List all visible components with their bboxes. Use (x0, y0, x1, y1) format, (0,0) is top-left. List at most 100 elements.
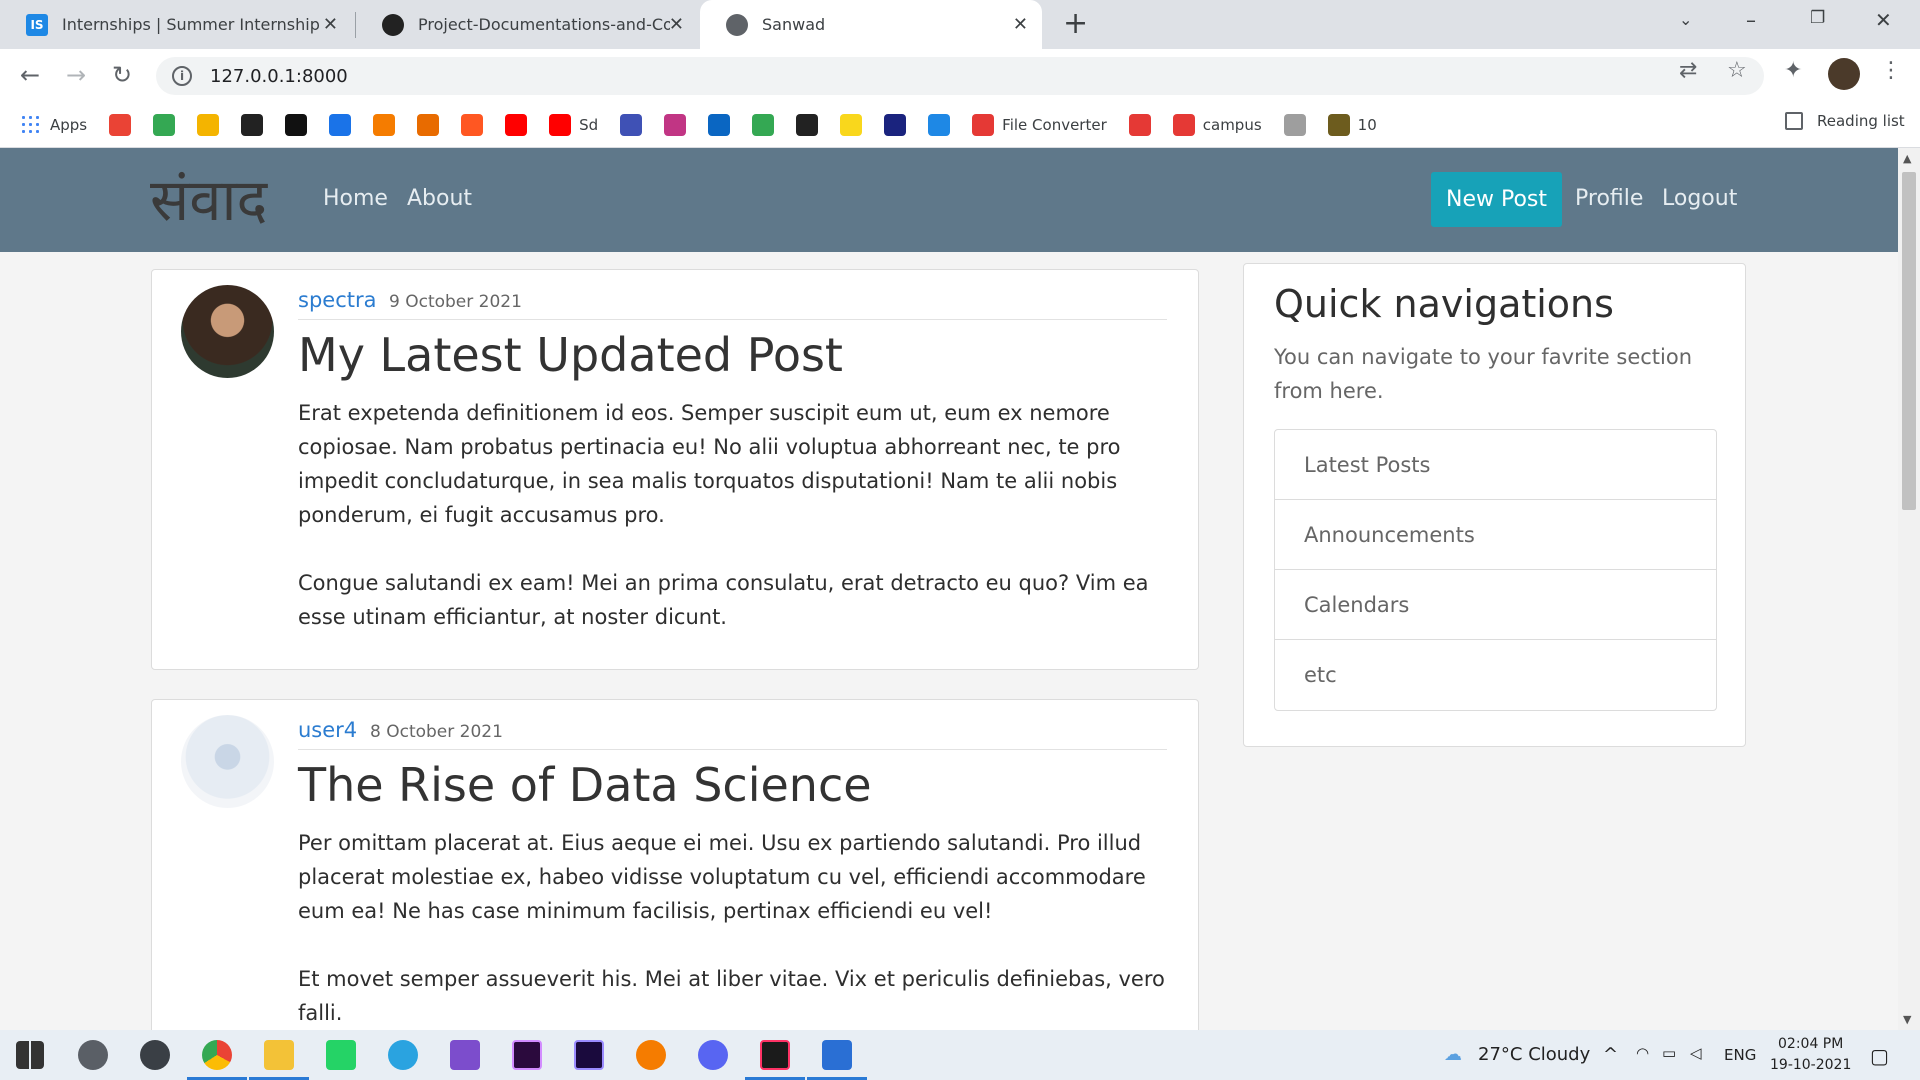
blender-icon[interactable] (636, 1040, 666, 1070)
bookmark-item[interactable] (461, 113, 484, 136)
site-info-icon[interactable]: i (172, 66, 192, 86)
author-avatar[interactable] (181, 715, 274, 808)
cloud-icon[interactable]: ☁ (1444, 1044, 1462, 1065)
post-title[interactable]: My Latest Updated Post (298, 328, 843, 382)
sidebar-item-announcements[interactable]: Announcements (1275, 500, 1716, 570)
post-paragraph: Erat expetenda definitionem id eos. Semp… (298, 401, 1121, 527)
bookmark-item[interactable] (796, 113, 819, 136)
close-icon[interactable]: ✕ (323, 14, 338, 35)
nav-logout[interactable]: Logout (1662, 186, 1737, 211)
bookmark-item[interactable]: campus (1172, 113, 1262, 136)
close-icon[interactable]: ✕ (1013, 14, 1028, 35)
scrollbar-thumb[interactable] (1902, 172, 1916, 510)
menu-kebab-icon[interactable]: ⋮ (1880, 58, 1902, 83)
bookmark-item[interactable] (1128, 113, 1151, 136)
bookmark-item[interactable]: 10 (1327, 113, 1377, 136)
forward-arrow-icon[interactable]: → (66, 61, 86, 89)
bookmark-item[interactable] (664, 113, 687, 136)
visual-studio-icon[interactable] (450, 1040, 480, 1070)
tab-github[interactable]: Project-Documentations-and-Codes ✕ (356, 0, 698, 49)
browser-toolbar: ← → ↻ i 127.0.0.1:8000 ⇄ ☆ ✦ ⋮ (0, 49, 1920, 102)
nav-about[interactable]: About (407, 186, 472, 211)
extensions-puzzle-icon[interactable]: ✦ (1784, 58, 1802, 83)
weather-text[interactable]: 27°C Cloudy (1478, 1044, 1590, 1065)
bookmark-item[interactable] (505, 113, 528, 136)
tab-sanwad[interactable]: Sanwad ✕ (700, 0, 1042, 49)
discord-icon[interactable] (698, 1040, 728, 1070)
profile-avatar-icon[interactable] (1828, 58, 1860, 90)
bookmark-item[interactable] (884, 113, 907, 136)
powershell-icon[interactable] (822, 1040, 852, 1070)
bookmark-item[interactable] (928, 113, 951, 136)
battery-icon[interactable]: ▭ (1662, 1044, 1676, 1062)
bookmark-item[interactable] (109, 113, 132, 136)
author-avatar[interactable] (181, 285, 274, 378)
bookmark-item[interactable] (153, 113, 176, 136)
stack-icon[interactable] (140, 1040, 170, 1070)
tab-internships[interactable]: IS Internships | Summer Internship 2022 … (0, 0, 352, 49)
bookmark-item[interactable] (840, 113, 863, 136)
telegram-icon[interactable] (388, 1040, 418, 1070)
window-close-icon[interactable]: ✕ (1875, 8, 1892, 32)
heart-icon (972, 113, 995, 136)
post-content: Erat expetenda definitionem id eos. Semp… (298, 396, 1167, 668)
bookmark-item[interactable] (329, 113, 352, 136)
translate-icon[interactable]: ⇄ (1679, 58, 1697, 83)
unity-icon[interactable] (78, 1040, 108, 1070)
sidebar-item-calendars[interactable]: Calendars (1275, 570, 1716, 640)
nav-home[interactable]: Home (323, 186, 388, 211)
bookmark-item[interactable] (285, 113, 308, 136)
after-effects-icon[interactable] (574, 1040, 604, 1070)
site-brand[interactable]: संवाद (150, 158, 267, 237)
post-title[interactable]: The Rise of Data Science (298, 758, 872, 812)
language-indicator[interactable]: ENG (1724, 1046, 1756, 1064)
tray-chevron-icon[interactable]: ^ (1603, 1044, 1618, 1065)
post-author-link[interactable]: user4 (298, 718, 357, 742)
tab-search-chevron-icon[interactable]: ⌄ (1679, 10, 1692, 29)
nav-profile[interactable]: Profile (1575, 186, 1643, 211)
sidebar-item-etc[interactable]: etc (1275, 640, 1716, 710)
bookmark-item[interactable] (620, 113, 643, 136)
bookmark-item[interactable] (1283, 113, 1306, 136)
windows-start-icon[interactable] (16, 1041, 44, 1069)
sidebar-item-latest-posts[interactable]: Latest Posts (1275, 430, 1716, 500)
notification-icon[interactable]: ▢ (1870, 1044, 1889, 1068)
bookmark-item[interactable]: File Converter (972, 113, 1107, 136)
post-meta: spectra 9 October 2021 (298, 270, 1167, 320)
bookmark-item[interactable] (752, 113, 775, 136)
scroll-down-arrow-icon[interactable]: ▼ (1903, 1013, 1911, 1026)
bookmark-item[interactable]: Sd (549, 113, 598, 136)
back-arrow-icon[interactable]: ← (20, 61, 40, 89)
page-scrollbar[interactable]: ▲ ▼ (1898, 148, 1920, 1030)
youtube-icon (505, 113, 528, 136)
davinci-icon[interactable] (760, 1040, 790, 1070)
bookmark-item[interactable] (241, 113, 264, 136)
scroll-up-arrow-icon[interactable]: ▲ (1903, 152, 1911, 165)
bookmark-star-icon[interactable]: ☆ (1727, 58, 1747, 83)
restore-icon[interactable]: ❐ (1810, 8, 1825, 28)
wifi-icon[interactable]: ◠ (1636, 1044, 1649, 1062)
file-explorer-icon[interactable] (264, 1040, 294, 1070)
close-icon[interactable]: ✕ (669, 14, 684, 35)
post-date: 9 October 2021 (389, 292, 522, 312)
bookmark-item[interactable] (417, 113, 440, 136)
bookmark-item[interactable]: Apps (20, 113, 87, 136)
reading-list[interactable]: Reading list (1785, 112, 1905, 130)
new-post-button[interactable]: New Post (1431, 172, 1562, 227)
bookmark-item[interactable] (708, 113, 731, 136)
post-author-link[interactable]: spectra (298, 288, 376, 312)
reload-icon[interactable]: ↻ (112, 61, 132, 89)
url-text[interactable]: 127.0.0.1:8000 (210, 66, 348, 87)
bookmark-item[interactable] (373, 113, 396, 136)
volume-icon[interactable]: ◁ (1690, 1044, 1702, 1062)
address-bar[interactable]: i 127.0.0.1:8000 (156, 57, 1764, 95)
chrome-icon[interactable] (202, 1040, 232, 1070)
system-clock[interactable]: 02:04 PM 19-10-2021 (1770, 1034, 1851, 1076)
bookmark-item[interactable] (197, 113, 220, 136)
minimize-icon[interactable]: – (1746, 8, 1756, 32)
new-tab-plus-icon[interactable]: + (1063, 6, 1088, 41)
post-date: 8 October 2021 (370, 722, 503, 742)
premiere-pro-icon[interactable] (512, 1040, 542, 1070)
whatsapp-icon[interactable] (326, 1040, 356, 1070)
windows-taskbar: ☁ 27°C Cloudy ^ ◠ ▭ ◁ ENG 02:04 PM 19-10… (0, 1030, 1920, 1080)
